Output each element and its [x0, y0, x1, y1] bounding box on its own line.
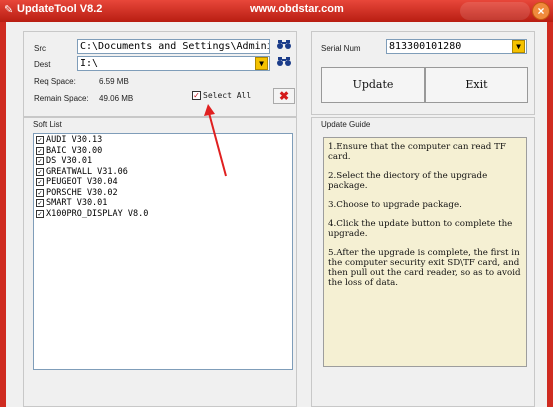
item-checkbox[interactable]: ✓	[36, 209, 44, 218]
list-item-label: PEUGEOT V30.04	[46, 177, 118, 188]
guide-step: 5.After the upgrade is complete, the fir…	[328, 248, 521, 288]
close-button[interactable]: ×	[532, 2, 550, 20]
guide-step: 2.Select the diectory of the upgrade pac…	[328, 171, 488, 191]
update-guide-title: Update Guide	[321, 120, 371, 129]
clear-selection-button[interactable]: ✖	[273, 88, 295, 104]
list-item-label: AUDI V30.13	[46, 135, 103, 146]
list-item-label: X100PRO_DISPLAY V8.0	[46, 208, 149, 219]
serial-num-label: Serial Num	[321, 44, 361, 53]
serial-num-select[interactable]: 813300101280 ▼	[386, 39, 527, 54]
select-all-label[interactable]: Select All	[203, 91, 251, 100]
list-item[interactable]: ✓ X100PRO_DISPLAY V8.0	[34, 209, 292, 220]
list-item[interactable]: ✓ PEUGEOT V30.04	[34, 177, 292, 188]
list-item[interactable]: ✓ DS V30.01	[34, 156, 292, 167]
dest-drive-value: I:\	[80, 58, 99, 69]
remain-space-value: 49.06 MB	[99, 94, 134, 103]
guide-step: 4.Click the update button to complete th…	[328, 219, 513, 239]
title-decoration	[460, 2, 530, 20]
annotation-arrow-icon	[204, 104, 227, 177]
exit-button[interactable]: Exit	[425, 67, 528, 103]
item-checkbox[interactable]: ✓	[36, 199, 44, 208]
update-guide-text: 1.Ensure that the computer can read TF c…	[323, 137, 527, 367]
soft-list-box[interactable]: ✓ AUDI V30.13 ✓ BAIC V30.00 ✓ DS V30.01 ✓ GR…	[33, 133, 293, 370]
list-item-label: BAIC V30.00	[46, 145, 103, 156]
req-space-label: Req Space:	[34, 77, 76, 86]
chevron-down-icon[interactable]: ▼	[255, 57, 268, 70]
item-checkbox[interactable]: ✓	[36, 146, 44, 155]
binoculars-icon	[277, 40, 291, 49]
item-checkbox[interactable]: ✓	[36, 188, 44, 197]
main-window: ✎ UpdateTool V8.2 www.obdstar.com × Src …	[0, 0, 553, 407]
dest-browse-button[interactable]	[276, 56, 292, 71]
list-item-label: PORSCHE V30.02	[46, 187, 118, 198]
remain-space-label: Remain Space:	[34, 94, 89, 103]
chevron-down-icon[interactable]: ▼	[512, 40, 525, 53]
list-item-label: DS V30.01	[46, 156, 93, 167]
item-checkbox[interactable]: ✓	[36, 178, 44, 187]
list-item[interactable]: ✓ BAIC V30.00	[34, 146, 292, 157]
list-item-label: SMART V30.01	[46, 198, 108, 209]
list-item[interactable]: ✓ SMART V30.01	[34, 198, 292, 209]
update-button[interactable]: Update	[321, 67, 425, 103]
client-area: Src C:\Documents and Settings\Administ D…	[6, 22, 547, 407]
dest-drive-select[interactable]: I:\ ▼	[77, 56, 270, 71]
title-url: www.obdstar.com	[250, 3, 344, 15]
item-checkbox[interactable]: ✓	[36, 136, 44, 145]
window-title: UpdateTool V8.2	[17, 3, 103, 15]
guide-step: 1.Ensure that the computer can read TF c…	[328, 142, 506, 162]
soft-list-title: Soft List	[33, 120, 62, 129]
dest-label: Dest	[34, 60, 51, 69]
guide-step: 3.Choose to upgrade package.	[328, 200, 462, 210]
binoculars-icon	[277, 57, 291, 66]
src-browse-button[interactable]	[276, 39, 292, 54]
src-label: Src	[34, 44, 46, 53]
list-item-label: GREATWALL V31.06	[46, 166, 128, 177]
list-item[interactable]: ✓ PORSCHE V30.02	[34, 188, 292, 199]
req-space-value: 6.59 MB	[99, 77, 129, 86]
app-icon: ✎	[4, 4, 14, 16]
title-bar[interactable]: ✎ UpdateTool V8.2 www.obdstar.com ×	[0, 0, 553, 22]
red-x-icon: ✖	[278, 89, 290, 103]
select-all-checkbox[interactable]: ✓	[192, 91, 201, 100]
list-item[interactable]: ✓ AUDI V30.13	[34, 135, 292, 146]
list-item[interactable]: ✓ GREATWALL V31.06	[34, 167, 292, 178]
src-path-field[interactable]: C:\Documents and Settings\Administ	[77, 39, 270, 54]
serial-num-value: 813300101280	[389, 41, 462, 52]
item-checkbox[interactable]: ✓	[36, 157, 44, 166]
item-checkbox[interactable]: ✓	[36, 167, 44, 176]
